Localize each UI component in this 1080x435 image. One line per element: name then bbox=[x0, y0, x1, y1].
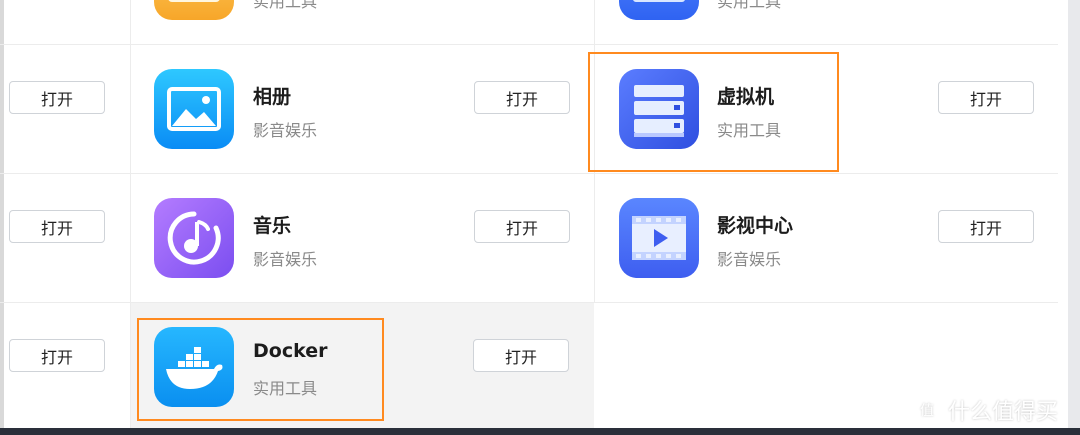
svg-text:值: 值 bbox=[920, 403, 934, 419]
photos-app-icon[interactable] bbox=[154, 69, 234, 149]
docker-open-button[interactable]: 打开 bbox=[473, 339, 569, 372]
video-center-app-icon[interactable] bbox=[619, 198, 699, 278]
row-divider bbox=[0, 173, 1058, 174]
photos-app-name: 相册 bbox=[253, 86, 292, 108]
music-app-name: 音乐 bbox=[253, 215, 292, 237]
row-divider bbox=[0, 302, 1058, 303]
vm-open-button[interactable]: 打开 bbox=[938, 81, 1034, 114]
music-app-category: 影音娱乐 bbox=[253, 250, 318, 269]
top-right-app-icon[interactable] bbox=[619, 0, 699, 20]
top-left-app-category: 实用工具 bbox=[253, 0, 318, 11]
open-button-left-row2[interactable]: 打开 bbox=[9, 210, 105, 243]
window-right-edge bbox=[1068, 0, 1080, 430]
docker-highlight-box bbox=[137, 318, 384, 421]
watermark-logo-icon: 值 bbox=[913, 396, 941, 424]
window-left-edge bbox=[0, 0, 4, 435]
row-divider bbox=[0, 44, 1058, 45]
video-center-app-name: 影视中心 bbox=[717, 215, 794, 237]
photos-open-button[interactable]: 打开 bbox=[474, 81, 570, 114]
watermark-text: 什么值得买 bbox=[948, 400, 1059, 425]
open-button-left-row1[interactable]: 打开 bbox=[9, 81, 105, 114]
top-right-app-category: 实用工具 bbox=[717, 0, 782, 11]
watermark: 值 什么值得买 bbox=[912, 393, 1058, 427]
music-open-button[interactable]: 打开 bbox=[474, 210, 570, 243]
top-left-app-icon[interactable] bbox=[154, 0, 234, 20]
video-center-open-button[interactable]: 打开 bbox=[938, 210, 1034, 243]
open-button-left-row3[interactable]: 打开 bbox=[9, 339, 105, 372]
window-bottom-edge bbox=[0, 428, 1080, 435]
column-divider bbox=[130, 0, 131, 428]
video-center-app-category: 影音娱乐 bbox=[717, 250, 782, 269]
music-app-icon[interactable] bbox=[154, 198, 234, 278]
photos-app-category: 影音娱乐 bbox=[253, 121, 318, 140]
vm-highlight-box bbox=[588, 52, 839, 172]
